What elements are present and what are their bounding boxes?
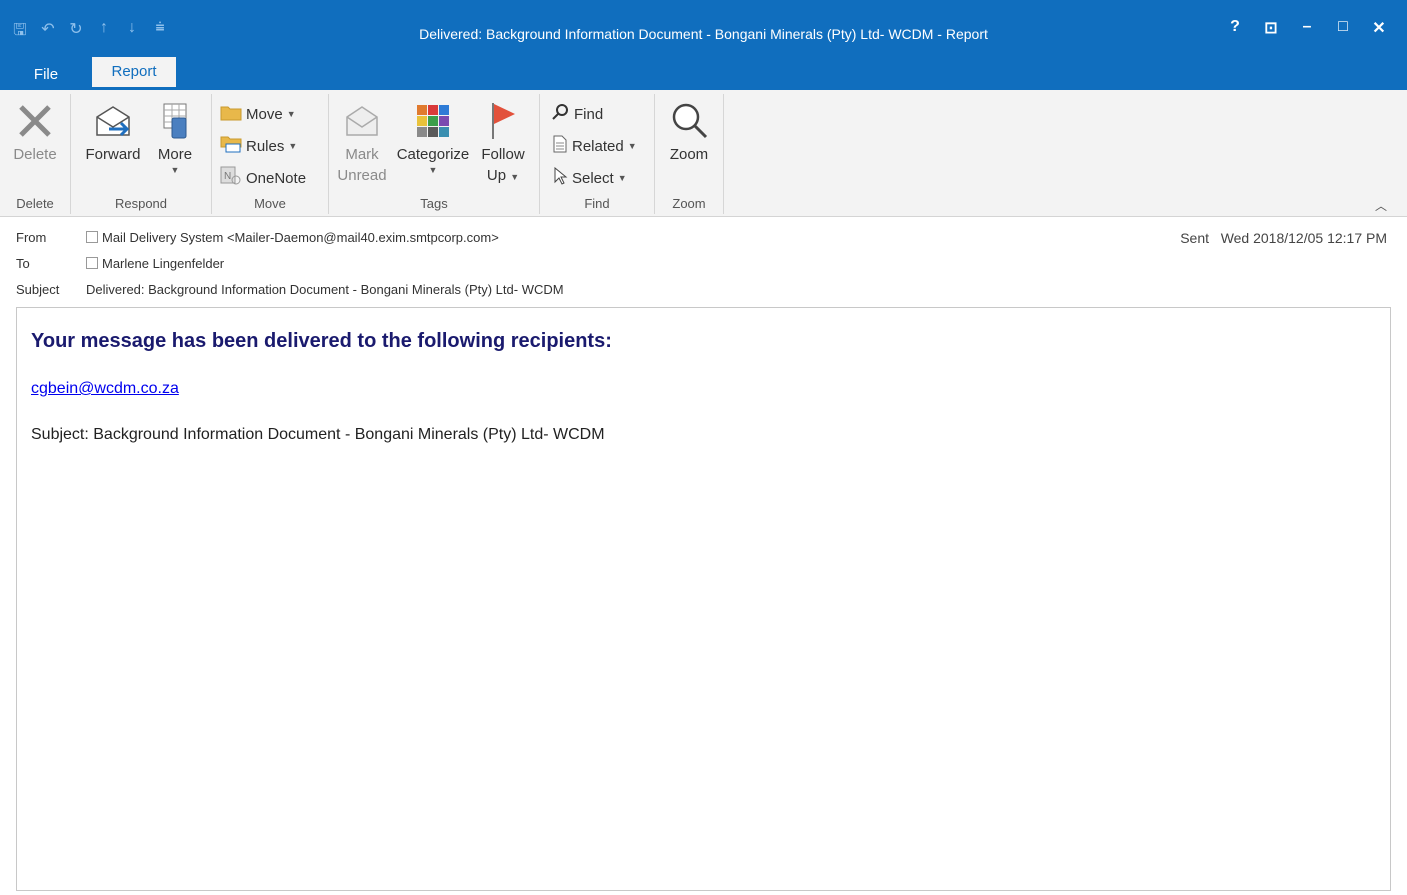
close-button[interactable]: ✕ — [1361, 18, 1397, 38]
more-respond-button[interactable]: More ▼ — [149, 98, 201, 175]
ribbon-tabs: File — [0, 60, 1407, 90]
sent-value: Wed 2018/12/05 12:17 PM — [1220, 230, 1387, 246]
chevron-down-icon: ▼ — [617, 173, 627, 183]
search-icon — [552, 103, 570, 125]
recipient-link[interactable]: cgbein@wcdm.co.za — [31, 380, 179, 398]
respond-group: Forward More ▼ Respond — [71, 94, 212, 214]
categorize-icon — [393, 98, 473, 144]
help-button[interactable]: ? — [1217, 18, 1253, 38]
forward-envelope-icon — [81, 98, 145, 144]
delete-group: Delete Delete — [0, 94, 71, 214]
svg-text:N: N — [224, 171, 231, 182]
from-row: From Mail Delivery System <Mailer-Daemon@… — [16, 228, 499, 248]
subject-label: Subject — [16, 282, 60, 297]
tab-report[interactable]: Report — [92, 57, 176, 87]
sent-info: Sent Wed 2018/12/05 12:17 PM — [1180, 230, 1387, 246]
tab-file[interactable]: File — [22, 60, 70, 90]
ribbon-display-options-button[interactable]: ⊡ — [1253, 18, 1289, 38]
move-folder-icon — [220, 103, 242, 125]
subject-value: Delivered: Background Information Docume… — [86, 282, 564, 297]
subject-row: Subject Delivered: Background Information… — [16, 280, 564, 300]
sent-label: Sent — [1180, 230, 1210, 246]
zoom-button[interactable]: Zoom — [661, 98, 717, 165]
move-group: Move ▼ Rules ▼ N OneNote Move — [212, 94, 329, 214]
message-subject-line: Subject: Background Information Document… — [31, 426, 605, 443]
group-label-zoom: Zoom — [672, 196, 706, 211]
group-label-move: Move — [254, 196, 286, 211]
mark-unread-icon — [333, 98, 391, 144]
chevron-down-icon: ▼ — [510, 172, 520, 182]
categorize-button[interactable]: Categorize ▼ — [393, 98, 473, 175]
window-controls: ? ⊡ – □ ✕ — [1217, 18, 1397, 38]
window-title: Delivered: Background Information Docume… — [419, 26, 988, 42]
forward-button[interactable]: Forward — [81, 98, 145, 165]
cursor-icon — [552, 166, 568, 189]
move-button[interactable]: Move ▼ — [220, 102, 296, 126]
contact-checkbox-icon — [86, 257, 98, 269]
group-label-respond: Respond — [114, 196, 168, 211]
to-value[interactable]: Marlene Lingenfelder — [102, 256, 224, 271]
from-value[interactable]: Mail Delivery System <Mailer-Daemon@mail… — [102, 230, 499, 245]
chevron-down-icon: ▼ — [170, 165, 180, 175]
onenote-icon: N — [220, 166, 242, 190]
mark-unread-button[interactable]: Mark Unread — [333, 98, 391, 186]
find-button[interactable]: Find — [552, 102, 603, 126]
to-row: To Marlene Lingenfelder — [16, 254, 224, 274]
group-label-delete: Delete — [16, 196, 54, 211]
more-respond-icon — [149, 98, 201, 144]
magnifier-icon — [661, 98, 717, 144]
ribbon: Delete Delete Forward More ▼ Respond Mov… — [0, 90, 1407, 217]
chevron-down-icon: ▼ — [286, 109, 296, 119]
onenote-button[interactable]: N OneNote — [220, 166, 306, 190]
contact-checkbox-icon — [86, 231, 98, 243]
related-button[interactable]: Related ▼ — [552, 134, 637, 158]
maximize-button[interactable]: □ — [1325, 18, 1361, 38]
delete-x-icon — [8, 98, 62, 144]
delivery-heading: Your message has been delivered to the f… — [31, 330, 612, 352]
zoom-group: Zoom Zoom — [655, 94, 724, 214]
chevron-down-icon: ▼ — [288, 141, 298, 151]
from-label: From — [16, 230, 47, 245]
flag-icon — [475, 98, 531, 144]
group-label-tags: Tags — [420, 196, 448, 211]
rules-icon — [220, 135, 242, 157]
message-body[interactable]: Your message has been delivered to the f… — [16, 307, 1391, 891]
document-icon — [552, 135, 568, 157]
follow-up-button[interactable]: Follow Up ▼ — [475, 98, 531, 188]
select-button[interactable]: Select ▼ — [552, 166, 627, 190]
tags-group: Mark Unread Categorize ▼ Follow Up ▼ Tag… — [329, 94, 540, 214]
chevron-down-icon: ▼ — [627, 141, 637, 151]
minimize-button[interactable]: – — [1289, 18, 1325, 38]
message-header: From Mail Delivery System <Mailer-Daemon@… — [0, 217, 1407, 305]
group-label-find: Find — [584, 196, 610, 211]
to-label: To — [16, 256, 30, 271]
chevron-down-icon: ▼ — [428, 165, 438, 175]
find-group: Find Related ▼ Select ▼ Find — [540, 94, 655, 214]
title-bar: 🖫 ↶ ↻ ↑ ↓ ⩧ Delivered: Background Inform… — [0, 0, 1407, 60]
collapse-ribbon-icon[interactable]: ︿ — [1375, 197, 1387, 214]
rules-button[interactable]: Rules ▼ — [220, 134, 297, 158]
delete-button[interactable]: Delete — [8, 98, 62, 165]
